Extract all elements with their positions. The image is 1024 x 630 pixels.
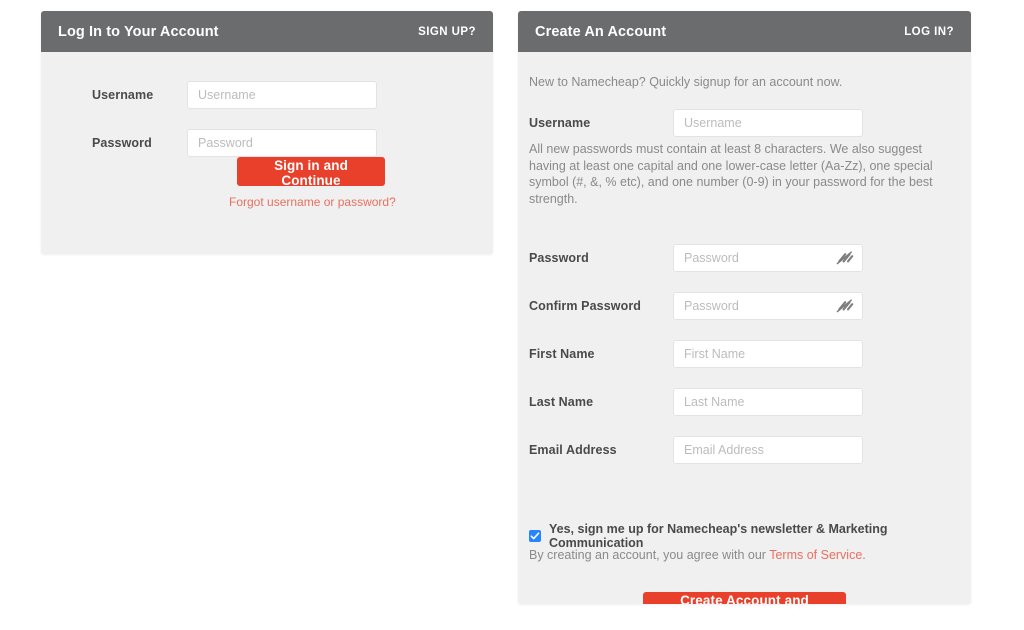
eye-slash-icon[interactable] [836,299,854,313]
terms-suffix: . [862,548,866,562]
signup-first-name-row: First Name [518,340,971,368]
newsletter-consent-row[interactable]: Yes, sign me up for Namecheap's newslett… [529,522,971,550]
signup-password-label: Password [529,251,589,265]
signup-confirm-password-input-wrapper [673,292,863,320]
signup-last-name-input[interactable] [673,388,863,416]
signup-confirm-password-row: Confirm Password [518,292,971,320]
password-requirements-note: All new passwords must contain at least … [529,142,933,206]
signup-username-input[interactable] [673,109,863,137]
sign-up-link[interactable]: SIGN UP? [418,26,476,38]
signup-last-name-row: Last Name [518,388,971,416]
signup-password-input[interactable] [673,244,863,272]
login-panel: Log In to Your Account SIGN UP? Username… [41,11,493,254]
signup-password-input-wrapper [673,244,863,272]
newsletter-checkbox[interactable] [529,530,541,542]
login-username-row: Username [41,81,493,109]
forgot-username-or-password-link[interactable]: Forgot username or password? [229,195,396,209]
signup-confirm-password-input[interactable] [673,292,863,320]
signup-email-input[interactable] [673,436,863,464]
signup-first-name-label: First Name [529,347,595,361]
log-in-link[interactable]: LOG IN? [904,26,954,38]
login-password-input[interactable] [187,129,377,157]
create-account-and-continue-button[interactable]: Create Account and Continue [643,592,846,604]
login-username-label: Username [92,88,154,102]
signup-first-name-input[interactable] [673,340,863,368]
create-account-panel: Create An Account LOG IN? New to Nameche… [518,11,971,604]
login-form: Username Password Sign in and Continue F… [41,52,493,209]
signup-email-label: Email Address [529,443,617,457]
check-icon [530,532,540,540]
eye-slash-icon[interactable] [836,251,854,265]
signup-confirm-password-label: Confirm Password [529,299,642,313]
login-username-input[interactable] [187,81,377,109]
signup-username-row: Username [518,109,971,137]
terms-of-service-link[interactable]: Terms of Service [769,548,862,562]
signup-intro-text: New to Namecheap? Quickly signup for an … [529,75,843,89]
login-password-row: Password [41,129,493,157]
signup-email-row: Email Address [518,436,971,464]
terms-prefix: By creating an account, you agree with o… [529,548,770,562]
terms-agreement-text: By creating an account, you agree with o… [529,548,866,562]
signup-username-label: Username [529,116,591,130]
login-password-label: Password [92,136,152,150]
signup-form: New to Namecheap? Quickly signup for an … [518,52,971,604]
sign-in-and-continue-button[interactable]: Sign in and Continue [237,157,385,188]
login-panel-title: Log In to Your Account [58,23,219,40]
login-panel-header: Log In to Your Account SIGN UP? [41,11,493,52]
signup-panel-title: Create An Account [535,23,667,40]
signup-panel-header: Create An Account LOG IN? [518,11,971,52]
newsletter-consent-label[interactable]: Yes, sign me up for Namecheap's newslett… [549,522,971,550]
signup-password-row: Password [518,244,971,272]
signup-last-name-label: Last Name [529,395,594,409]
